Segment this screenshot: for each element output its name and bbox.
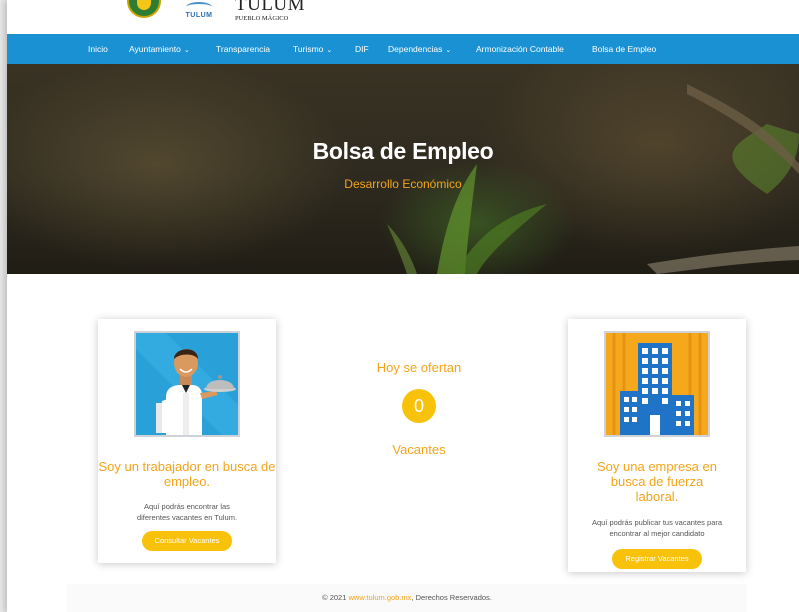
footer-rights: , Derechos Reservados. [411, 593, 492, 602]
tulum-logo[interactable]: TULUM [179, 2, 219, 30]
nav-item-dependencias[interactable]: Dependencias ⌄ [388, 34, 451, 64]
company-image-frame [604, 331, 710, 437]
nav-item-turismo[interactable]: Turismo ⌄ [293, 34, 332, 64]
main-nav: Inicio Ayuntamiento ⌄ Transparencia Turis… [7, 34, 799, 64]
company-card-title: Soy una empresa en busca de fuerza labor… [597, 459, 717, 504]
company-card: Soy una empresa en busca de fuerza labor… [568, 319, 746, 572]
nav-item-label: Ayuntamiento [129, 44, 181, 54]
nav-item-label: Armonización Contable [476, 44, 564, 54]
pueblo-magico-logo-title: TULUM [235, 0, 306, 15]
chevron-down-icon: ⌄ [445, 47, 452, 54]
page-title: Bolsa de Empleo [312, 138, 494, 164]
nav-item-bolsa-de-empleo[interactable]: Bolsa de Empleo [592, 34, 656, 64]
nav-item-ayuntamiento[interactable]: Ayuntamiento ⌄ [129, 34, 190, 64]
wave-icon [186, 2, 212, 12]
footer: © 2021 www.tulum.gob.mx, Derechos Reserv… [67, 584, 747, 612]
hero-banner: Bolsa de Empleo Desarrollo Económico [7, 64, 799, 274]
vacancies-label: Vacantes [392, 442, 446, 457]
registrar-vacantes-button[interactable]: Registrar Vacantes [612, 549, 702, 569]
vacancies-count-badge: 0 [402, 389, 436, 423]
pueblo-magico-logo[interactable]: TULUM PUEBLO MÁGICO [235, 0, 306, 28]
tulum-logo-tagline [179, 19, 219, 24]
chevron-down-icon: ⌄ [183, 47, 190, 54]
worker-card: Soy un trabajador en busca de empleo. Aq… [98, 319, 276, 563]
nav-item-label: Turismo [293, 44, 324, 54]
tulum-logo-text: TULUM [185, 12, 213, 19]
municipal-seal-logo[interactable] [127, 0, 161, 18]
page-subtitle: Desarrollo Económico [344, 177, 462, 191]
worker-card-text: Aquí podrás encontrar las diferentes vac… [136, 502, 238, 522]
nav-item-dif[interactable]: DIF [355, 34, 369, 64]
plant-background-image [387, 84, 799, 274]
company-card-text: Aquí podrás publicar tus vacantes para e… [591, 518, 723, 538]
worker-image-frame [134, 331, 240, 437]
footer-site-link[interactable]: www.tulum.gob.mx [349, 593, 412, 602]
page: TULUM TULUM PUEBLO MÁGICO Inicio Ayuntam… [7, 0, 799, 612]
building-illustration [606, 333, 708, 435]
nav-item-transparencia[interactable]: Transparencia [216, 34, 270, 64]
footer-copyright: © 2021 [322, 593, 349, 602]
nav-item-inicio[interactable]: Inicio [88, 34, 108, 64]
pueblo-magico-logo-subtitle: PUEBLO MÁGICO [235, 15, 289, 22]
nav-item-label: Dependencias [388, 44, 443, 54]
vacancies-heading: Hoy se ofertan [376, 360, 462, 375]
chevron-down-icon: ⌄ [326, 47, 333, 54]
nav-item-armonizacion-contable[interactable]: Armonización Contable [476, 34, 564, 64]
logo-bar: TULUM TULUM PUEBLO MÁGICO [7, 0, 799, 34]
nav-item-label: Bolsa de Empleo [592, 44, 657, 54]
nav-item-label: DIF [355, 44, 369, 54]
worker-card-title: Soy un trabajador en busca de empleo. [98, 459, 276, 489]
consultar-vacantes-button[interactable]: Consultar Vacantes [142, 531, 232, 551]
nav-item-label: Inicio [88, 44, 108, 54]
nav-item-label: Transparencia [216, 44, 271, 54]
waiter-illustration [136, 333, 238, 435]
